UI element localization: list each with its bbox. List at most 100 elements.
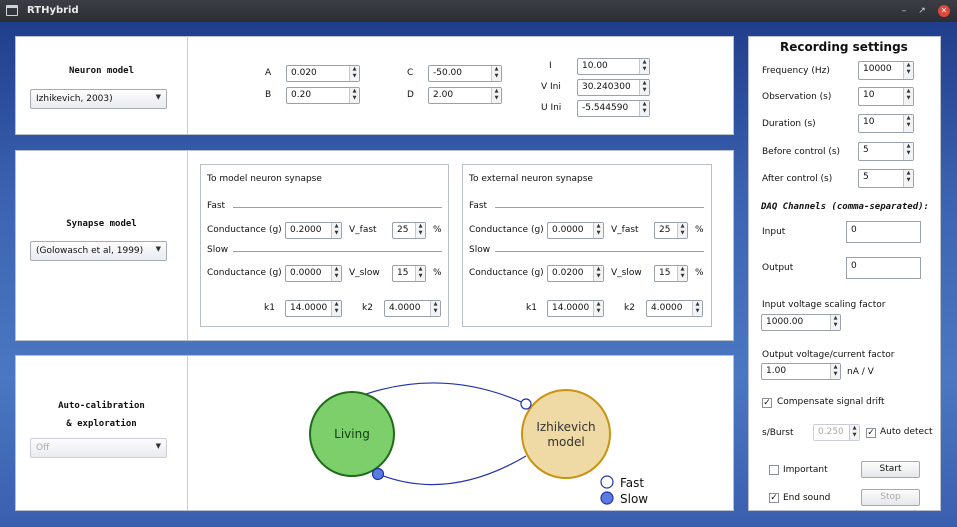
spin-arrows-icon[interactable]: ▲ ▼: [639, 80, 649, 95]
k1-spinbox[interactable]: 14.0000 ▲ ▼: [547, 300, 604, 317]
param-a-spinbox[interactable]: 0.020 ▲ ▼: [286, 65, 360, 82]
vfast-spinbox[interactable]: 25 ▲ ▼: [392, 222, 426, 239]
spin-arrows-icon[interactable]: ▲ ▼: [830, 364, 840, 379]
k2-spinbox[interactable]: 4.0000 ▲ ▼: [384, 300, 441, 317]
slow-conductance-spinbox[interactable]: 0.0200 ▲ ▼: [547, 265, 604, 282]
start-button[interactable]: Start: [861, 461, 920, 478]
spin-arrows-icon[interactable]: ▲ ▼: [639, 101, 649, 116]
input-scaling-value: 1000.00: [766, 317, 804, 327]
duration-spinbox[interactable]: 10 ▲ ▼: [858, 114, 914, 133]
spin-arrows-icon[interactable]: ▲ ▼: [903, 62, 913, 79]
spin-arrows-icon[interactable]: ▲ ▼: [593, 266, 603, 281]
spin-arrows-icon[interactable]: ▲ ▼: [677, 266, 687, 281]
fast-conductance-spinbox[interactable]: 0.0000 ▲ ▼: [547, 222, 604, 239]
k1-spinbox[interactable]: 14.0000 ▲ ▼: [285, 300, 342, 317]
k2-value: 4.0000: [651, 303, 683, 313]
chevron-down-icon: ▼: [155, 442, 161, 450]
param-b-label: B: [265, 90, 272, 100]
param-uini-label: U Ini: [541, 103, 562, 113]
spin-arrows-icon[interactable]: ▲ ▼: [415, 223, 425, 238]
param-c-spinbox[interactable]: -50.00 ▲ ▼: [428, 65, 502, 82]
spin-arrows-icon[interactable]: ▲ ▼: [677, 223, 687, 238]
slow-section-label: Slow: [207, 245, 229, 255]
restore-button[interactable]: ↗: [916, 5, 928, 17]
observation-spinbox[interactable]: 10 ▲ ▼: [858, 87, 914, 106]
vslow-spinbox[interactable]: 15 ▲ ▼: [654, 265, 688, 282]
spin-arrows-icon[interactable]: ▲ ▼: [849, 425, 859, 440]
sburst-spinbox[interactable]: 0.250 ▲ ▼: [813, 424, 860, 441]
neuron-model-select-value: Izhikevich, 2003): [36, 94, 113, 104]
stop-button[interactable]: Stop: [861, 489, 920, 506]
end-sound-checkbox[interactable]: ✓: [769, 493, 779, 503]
spin-arrows-icon[interactable]: ▲ ▼: [903, 170, 913, 187]
vfast-spinbox[interactable]: 25 ▲ ▼: [654, 222, 688, 239]
param-a-value: 0.020: [291, 68, 317, 78]
vfast-percent-label: %: [433, 225, 442, 235]
important-checkbox[interactable]: [769, 465, 779, 475]
spin-arrows-icon[interactable]: ▲ ▼: [830, 315, 840, 330]
spin-arrows-icon[interactable]: ▲ ▼: [349, 66, 359, 81]
neuron-model-select[interactable]: Izhikevich, 2003) ▼: [30, 89, 167, 109]
vslow-spinbox[interactable]: 15 ▲ ▼: [392, 265, 426, 282]
fast-conductance-spinbox[interactable]: 0.2000 ▲ ▼: [285, 222, 342, 239]
legend-slow-marker: [600, 491, 614, 505]
chevron-down-icon: ▼: [155, 93, 161, 101]
daq-output-value: 0: [851, 261, 857, 271]
spin-arrows-icon[interactable]: ▲ ▼: [903, 88, 913, 105]
synapse-model-select[interactable]: (Golowasch et al, 1999) ▼: [30, 241, 167, 261]
spin-arrows-icon[interactable]: ▲ ▼: [692, 301, 702, 316]
daq-input-label: Input: [762, 227, 786, 237]
daq-input-field[interactable]: 0: [846, 221, 921, 243]
close-button[interactable]: ✕: [938, 5, 950, 17]
param-i-spinbox[interactable]: 10.00 ▲ ▼: [577, 58, 650, 75]
autocalibration-header-line2: & exploration: [66, 419, 137, 429]
input-scaling-spinbox[interactable]: 1000.00 ▲ ▼: [761, 314, 841, 331]
output-factor-spinbox[interactable]: 1.00 ▲ ▼: [761, 363, 841, 380]
synapse-model-panel: Synapse model (Golowasch et al, 1999) ▼ …: [15, 150, 734, 341]
param-vini-spinbox[interactable]: 30.240300 ▲ ▼: [577, 79, 650, 96]
frequency-spinbox[interactable]: 10000 ▲ ▼: [858, 61, 914, 80]
daq-channels-title: DAQ Channels (comma-separated):: [761, 202, 929, 212]
minimize-button[interactable]: –: [898, 5, 910, 17]
after-control-spinbox[interactable]: 5 ▲ ▼: [858, 169, 914, 188]
duration-label: Duration (s): [762, 119, 816, 129]
spin-arrows-icon[interactable]: ▲ ▼: [415, 266, 425, 281]
before-control-spinbox[interactable]: 5 ▲ ▼: [858, 142, 914, 161]
param-a-label: A: [265, 68, 272, 78]
param-d-spinbox[interactable]: 2.00 ▲ ▼: [428, 87, 502, 104]
slow-conductance-label: Conductance (g): [469, 268, 544, 278]
spin-arrows-icon[interactable]: ▲ ▼: [903, 143, 913, 160]
spin-arrows-icon[interactable]: ▲ ▼: [331, 223, 341, 238]
spin-arrows-icon[interactable]: ▲ ▼: [593, 223, 603, 238]
k2-spinbox[interactable]: 4.0000 ▲ ▼: [646, 300, 703, 317]
neuron-model-panel: Neuron model Izhikevich, 2003) ▼ A 0.020…: [15, 36, 734, 135]
param-uini-spinbox[interactable]: -5.544590 ▲ ▼: [577, 100, 650, 117]
section-separator: [233, 207, 442, 208]
spin-arrows-icon[interactable]: ▲ ▼: [491, 88, 501, 103]
spin-arrows-icon[interactable]: ▲ ▼: [639, 59, 649, 74]
input-scaling-label: Input voltage scaling factor: [762, 300, 886, 310]
autocalibration-select[interactable]: Off ▼: [30, 438, 167, 458]
spin-arrows-icon[interactable]: ▲ ▼: [593, 301, 603, 316]
vslow-label: V_slow: [611, 268, 642, 278]
compensate-drift-checkbox[interactable]: ✓: [762, 398, 772, 408]
synapse-model-header: Synapse model: [66, 219, 137, 229]
spin-arrows-icon[interactable]: ▲ ▼: [331, 301, 341, 316]
daq-output-field[interactable]: 0: [846, 257, 921, 279]
slow-conductance-spinbox[interactable]: 0.0000 ▲ ▼: [285, 265, 342, 282]
vfast-label: V_fast: [611, 225, 639, 235]
spin-arrows-icon[interactable]: ▲ ▼: [331, 266, 341, 281]
spin-arrows-icon[interactable]: ▲ ▼: [491, 66, 501, 81]
spin-arrows-icon[interactable]: ▲ ▼: [349, 88, 359, 103]
spin-arrows-icon[interactable]: ▲ ▼: [903, 115, 913, 132]
k1-value: 14.0000: [552, 303, 590, 313]
observation-label: Observation (s): [762, 92, 832, 102]
param-c-label: C: [407, 68, 414, 78]
recording-settings-title: Recording settings: [780, 40, 908, 54]
vfast-label: V_fast: [349, 225, 377, 235]
param-b-spinbox[interactable]: 0.20 ▲ ▼: [286, 87, 360, 104]
spin-arrows-icon[interactable]: ▲ ▼: [430, 301, 440, 316]
neuron-connection-diagram: Living Izhikevich model Fast Slow: [309, 382, 648, 506]
slow-synapse-marker: [371, 467, 385, 481]
auto-detect-checkbox[interactable]: ✓: [866, 428, 876, 438]
